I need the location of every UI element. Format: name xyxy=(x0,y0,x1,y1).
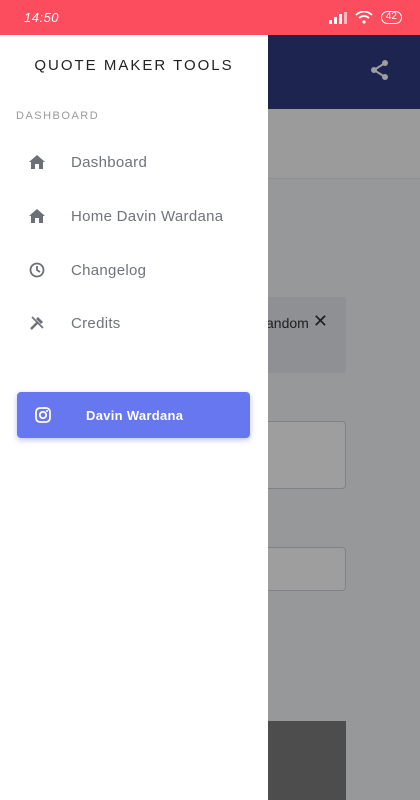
status-bar: 14:50 42 xyxy=(0,0,420,35)
menu-item-label: Dashboard xyxy=(71,153,148,171)
system-icons: 42 xyxy=(328,11,402,24)
battery-icon: 42 xyxy=(380,11,402,24)
clock-icon xyxy=(28,261,46,279)
status-time: 14:50 xyxy=(24,10,60,25)
menu-item-home[interactable]: Home Davin Wardana xyxy=(28,196,258,236)
tools-icon xyxy=(28,314,46,332)
app-brand: QUOTE MAKER TOOLS xyxy=(34,57,234,74)
instagram-button-label: Davin Wardana xyxy=(86,407,184,423)
home-icon xyxy=(28,207,46,225)
signal-icon xyxy=(328,11,347,24)
menu-item-changelog[interactable]: Changelog xyxy=(28,250,258,290)
navigation-drawer: QUOTE MAKER TOOLS DASHBOARD Dashboard Ho… xyxy=(0,35,268,800)
wifi-icon xyxy=(355,11,373,24)
menu-item-credits[interactable]: Credits xyxy=(28,303,258,343)
menu-item-label: Changelog xyxy=(71,261,147,279)
instagram-button[interactable]: Davin Wardana xyxy=(17,392,250,438)
menu-item-label: Credits xyxy=(71,314,121,332)
home-icon xyxy=(28,153,46,171)
menu-item-dashboard[interactable]: Dashboard xyxy=(28,142,258,182)
menu-item-label: Home Davin Wardana xyxy=(71,207,224,225)
section-label: DASHBOARD xyxy=(16,110,100,122)
instagram-icon xyxy=(35,407,51,423)
